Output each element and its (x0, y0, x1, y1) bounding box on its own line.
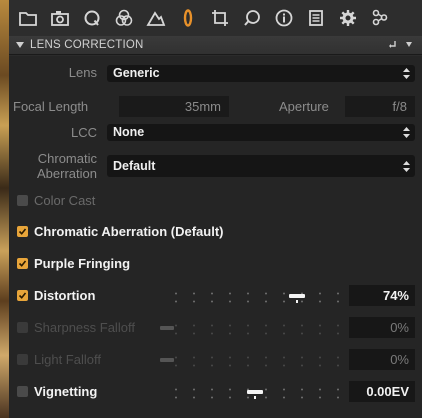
focal-length-label: Focal Length (13, 99, 89, 114)
slider-ticks (167, 364, 343, 367)
lens-value: Generic (113, 66, 160, 80)
chromatic-aberration-select[interactable]: Default (107, 155, 415, 177)
tool-tab-capture[interactable] (44, 0, 76, 36)
tool-tab-metadata[interactable] (300, 0, 332, 36)
chromatic-aberration-label: Chromatic Aberration (9, 151, 97, 181)
chromatic-label-line2: Aberration (37, 166, 97, 181)
vignetting-label: Vignetting (34, 384, 98, 399)
exposure-icon (146, 11, 166, 26)
color-cast-row[interactable]: Color Cast (17, 193, 95, 208)
lens-correction-header[interactable]: LENS CORRECTION (9, 36, 422, 55)
select-arrows-icon (403, 161, 410, 172)
tool-tab-details[interactable] (268, 0, 300, 36)
slider-ticks (167, 356, 343, 359)
collapse-triangle-icon[interactable] (16, 42, 24, 48)
distortion-row[interactable]: Distortion (17, 288, 95, 303)
light-falloff-row[interactable]: Light Falloff (17, 352, 101, 367)
lcc-label: LCC (70, 125, 97, 140)
tool-tab-composition[interactable] (204, 0, 236, 36)
tool-tab-local-adjustments[interactable] (236, 0, 268, 36)
search-icon (84, 10, 100, 26)
chromatic-aberration-row[interactable]: Chromatic Aberration (Default) (17, 224, 223, 239)
tool-tab-settings[interactable] (332, 0, 364, 36)
section-menu-icon[interactable] (406, 41, 412, 47)
purple-fringing-label: Purple Fringing (34, 256, 131, 271)
section-title: LENS CORRECTION (30, 39, 144, 51)
sharpness-falloff-slider[interactable] (157, 318, 353, 340)
slider-ticks (167, 332, 343, 335)
focal-length-field[interactable]: 35mm (119, 96, 229, 117)
metadata-icon (309, 10, 323, 26)
sharpness-falloff-label: Sharpness Falloff (34, 320, 135, 335)
vignetting-value[interactable]: 0.00EV (349, 381, 415, 402)
chromatic-aberration-check-label: Chromatic Aberration (Default) (34, 224, 224, 239)
light-falloff-value[interactable]: 0% (349, 349, 415, 370)
checkmark-icon (18, 260, 27, 267)
vignetting-slider[interactable] (157, 382, 353, 404)
lcc-select[interactable]: None (107, 124, 415, 141)
slider-handle-marker (296, 300, 299, 303)
slider-handle[interactable] (160, 326, 174, 330)
checkmark-icon (18, 292, 27, 299)
checkmark-icon (18, 228, 27, 235)
purple-fringing-checkbox[interactable] (17, 258, 28, 269)
slider-handle-marker (254, 396, 256, 399)
sharpness-falloff-row[interactable]: Sharpness Falloff (17, 320, 135, 335)
gear-icon (340, 10, 356, 26)
sharpness-falloff-checkbox[interactable] (17, 322, 28, 333)
lens-select[interactable]: Generic (107, 65, 415, 82)
color-circles-icon (115, 9, 133, 26)
distortion-value[interactable]: 74% (349, 285, 415, 306)
tool-tab-batch[interactable] (364, 0, 396, 36)
slider-handle[interactable] (160, 358, 174, 362)
light-falloff-label: Light Falloff (34, 352, 101, 367)
crop-icon (212, 10, 228, 26)
slider-handle[interactable] (247, 390, 263, 394)
distortion-label: Distortion (34, 288, 96, 303)
tool-tab-exposure[interactable] (140, 0, 172, 36)
chromatic-label-line1: Chromatic (37, 151, 97, 166)
folder-icon (19, 12, 37, 26)
info-icon (275, 9, 293, 27)
vignetting-row[interactable]: Vignetting (17, 384, 97, 399)
select-arrows-icon (403, 127, 410, 138)
slider-handle[interactable] (289, 294, 306, 298)
tool-tab-quick[interactable] (76, 0, 108, 36)
color-cast-checkbox[interactable] (17, 195, 28, 206)
tool-panel: LENS CORRECTION Lens Generic Focal Lengt… (9, 0, 422, 418)
light-falloff-checkbox[interactable] (17, 354, 28, 365)
tool-tab-color[interactable] (108, 0, 140, 36)
purple-fringing-row[interactable]: Purple Fringing (17, 256, 130, 271)
background-photo-strip (0, 0, 9, 418)
reset-arrow-icon[interactable] (388, 39, 398, 49)
select-arrows-icon (403, 68, 410, 79)
tool-tab-library[interactable] (12, 0, 44, 36)
lcc-value: None (113, 125, 145, 139)
aperture-label: Aperture (279, 99, 329, 114)
light-falloff-slider[interactable] (157, 350, 353, 372)
chromatic-aberration-checkbox[interactable] (17, 226, 28, 237)
slider-ticks (167, 292, 343, 295)
distortion-slider[interactable] (157, 286, 353, 308)
batch-icon (372, 9, 388, 26)
color-cast-label: Color Cast (34, 193, 96, 208)
lens-icon (183, 9, 193, 27)
sharpness-falloff-value[interactable]: 0% (349, 317, 415, 338)
camera-icon (51, 11, 69, 26)
tool-tab-lens[interactable] (172, 0, 204, 36)
lens-correction-body: Lens Generic Focal Length 35mm Aperture … (9, 56, 422, 418)
tool-tabs-toolbar (9, 0, 422, 36)
distortion-checkbox[interactable] (17, 290, 28, 301)
lens-label: Lens (68, 65, 97, 80)
local-adjust-icon (244, 10, 260, 26)
aperture-field[interactable]: f/8 (345, 96, 415, 117)
slider-ticks (167, 300, 343, 303)
slider-ticks (167, 324, 343, 327)
chromatic-aberration-value: Default (113, 159, 156, 173)
vignetting-checkbox[interactable] (17, 386, 28, 397)
